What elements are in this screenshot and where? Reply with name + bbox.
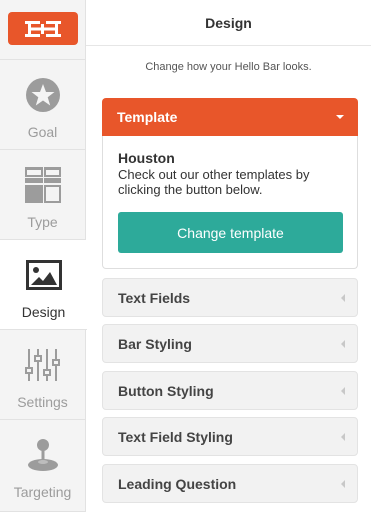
section-label: Leading Question xyxy=(118,475,237,492)
sidebar-item-type[interactable]: Type xyxy=(0,150,85,240)
section-label: Bar Styling xyxy=(118,335,192,352)
page-title: Design xyxy=(86,0,371,46)
sidebar-item-label: Targeting xyxy=(13,484,72,500)
section-text-fields[interactable]: Text Fields xyxy=(102,278,358,317)
template-accordion-body: Houston Check out our other templates by… xyxy=(102,136,358,269)
sidebar-item-settings[interactable]: Settings xyxy=(0,330,85,420)
section-label: Button Styling xyxy=(118,382,214,399)
app: Goal Type Design Settings Targeting Desi… xyxy=(0,0,371,512)
sidebar-item-goal[interactable]: Goal xyxy=(0,60,85,150)
sliders-icon xyxy=(24,346,61,384)
sidebar-item-label: Goal xyxy=(27,124,58,140)
section-text-field-styling[interactable]: Text Field Styling xyxy=(102,417,358,456)
section-label: Text Fields xyxy=(118,289,191,306)
template-accordion-header[interactable]: Template xyxy=(102,98,358,136)
chevron-left-icon xyxy=(341,339,345,348)
page-subtitle: Change how your Hello Bar looks. xyxy=(145,61,312,73)
image-icon xyxy=(25,256,62,294)
section-button-styling[interactable]: Button Styling xyxy=(102,371,358,410)
sidebar-item-design[interactable]: Design xyxy=(0,240,87,330)
chevron-down-icon xyxy=(336,115,344,119)
template-description: Check out our other templates by clickin… xyxy=(118,167,310,197)
chevron-left-icon xyxy=(341,479,345,488)
section-leading-question[interactable]: Leading Question xyxy=(102,464,358,503)
section-label: Text Field Styling xyxy=(118,428,233,445)
logo-area xyxy=(0,0,85,60)
sidebar-item-label: Settings xyxy=(17,394,68,410)
design-panel: Design Change how your Hello Bar looks. … xyxy=(86,0,371,512)
star-icon xyxy=(25,76,61,114)
hellobar-logo-icon[interactable] xyxy=(7,12,78,45)
sidebar-item-label: Design xyxy=(21,304,66,320)
sidebar-item-targeting[interactable]: Targeting xyxy=(0,420,85,512)
chevron-left-icon xyxy=(341,432,345,441)
sidebar-item-label: Type xyxy=(27,214,58,230)
layout-grid-icon xyxy=(24,166,61,204)
chevron-left-icon xyxy=(341,293,345,302)
template-name: Houston xyxy=(118,150,175,166)
chevron-left-icon xyxy=(341,386,345,395)
section-bar-styling[interactable]: Bar Styling xyxy=(102,324,358,363)
change-template-button[interactable]: Change template xyxy=(118,212,343,253)
sidebar: Goal Type Design Settings Targeting xyxy=(0,0,87,512)
joystick-icon xyxy=(25,436,61,474)
template-header-label: Template xyxy=(117,109,178,125)
